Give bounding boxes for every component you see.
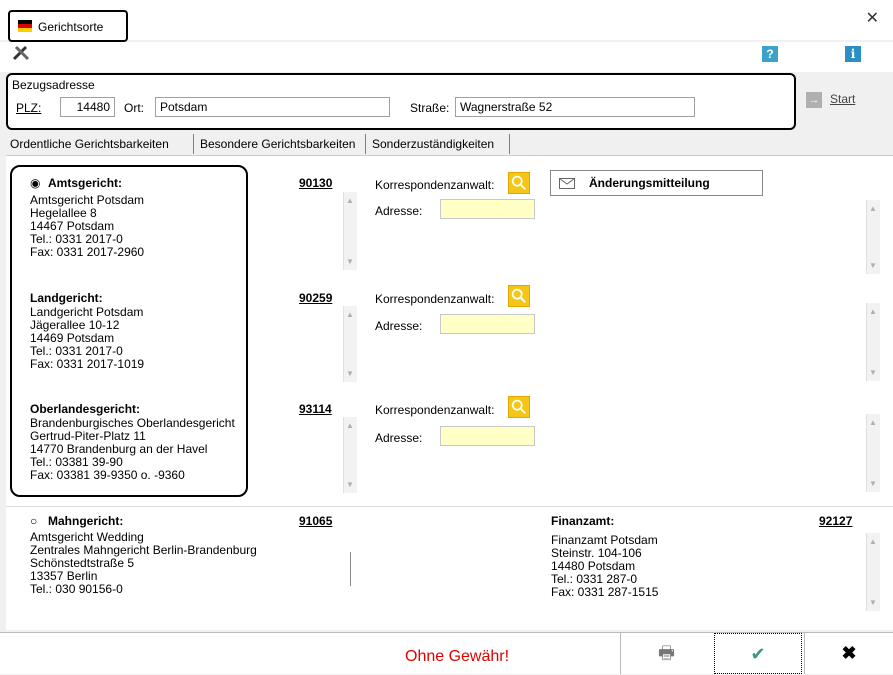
amtsgericht-radio[interactable]: ◉ (30, 176, 40, 190)
landgericht-address: Landgericht Potsdam Jägerallee 10-12 144… (30, 305, 145, 371)
oberlandesgericht-code[interactable]: 93114 (299, 402, 332, 416)
disclaimer-text: Ohne Gewähr! (405, 648, 510, 665)
strasse-input[interactable]: Wagnerstraße 52 (455, 97, 695, 117)
tab-besondere[interactable]: Besondere Gerichtsbarkeiten (196, 134, 366, 154)
plz-input[interactable]: 14480 (60, 97, 115, 117)
tools-icon[interactable] (12, 45, 30, 61)
right-scrollbar-3[interactable]: ▲ ▼ (866, 414, 880, 492)
toolbar (0, 42, 893, 72)
korrespondenz-label-1: Korrespondenzanwalt: (375, 178, 495, 192)
search-icon[interactable] (508, 396, 530, 418)
tab-ordentliche[interactable]: Ordentliche Gerichtsbarkeiten (6, 134, 194, 154)
korrespondenz-label-3: Korrespondenzanwalt: (375, 403, 495, 417)
adresse-input-3[interactable] (440, 426, 535, 446)
finanzamt-code[interactable]: 92127 (819, 514, 852, 528)
korrespondenz-label-2: Korrespondenzanwalt: (375, 292, 495, 306)
mahngericht-address: Amtsgericht Wedding Zentrales Mahngerich… (30, 530, 257, 596)
mail-icon (559, 178, 575, 189)
window-title-box: Gerichtsorte (8, 10, 128, 42)
search-icon[interactable] (508, 172, 530, 194)
adresse-input-2[interactable] (440, 314, 535, 334)
reference-address-label: Bezugsadresse (12, 78, 95, 92)
close-icon[interactable]: ✕ (866, 8, 879, 28)
landgericht-scrollbar[interactable]: ▲ ▼ (343, 306, 357, 382)
oberlandesgericht-title: Oberlandesgericht: (30, 402, 141, 416)
right-scrollbar-2[interactable]: ▲ ▼ (866, 303, 880, 381)
checkmark-icon: ✔ (750, 644, 766, 664)
divider (6, 506, 893, 507)
amtsgericht-code[interactable]: 90130 (299, 176, 332, 190)
info-icon[interactable]: i (845, 46, 861, 62)
amtsgericht-title: Amtsgericht: (48, 176, 123, 190)
ort-label: Ort: (124, 101, 144, 115)
oberlandesgericht-address: Brandenburgisches Oberlandesgericht Gert… (30, 416, 235, 482)
finanzamt-title: Finanzamt: (551, 514, 615, 528)
adresse-label-3: Adresse: (375, 431, 423, 445)
help-icon[interactable]: ? (762, 46, 778, 62)
finanzamt-address: Finanzamt Potsdam Steinstr. 104-106 1448… (551, 533, 659, 599)
strasse-label: Straße: (410, 101, 450, 115)
adresse-label-2: Adresse: (375, 319, 423, 333)
start-arrow-icon[interactable]: → (806, 92, 822, 108)
right-scrollbar-1[interactable]: ▲ ▼ (866, 200, 880, 274)
adresse-input-1[interactable] (440, 199, 535, 219)
plz-label: PLZ: (16, 101, 42, 115)
amtsgericht-address: Amtsgericht Potsdam Hegelallee 8 14467 P… (30, 193, 145, 259)
tab-sonder[interactable]: Sonderzuständigkeiten (368, 134, 510, 154)
window-title: Gerichtsorte (38, 20, 104, 34)
mahngericht-radio[interactable]: ○ (30, 514, 37, 528)
landgericht-title: Landgericht: (30, 291, 103, 305)
start-button[interactable]: Start (830, 92, 855, 106)
print-button[interactable]: 🖶 (620, 633, 712, 674)
printer-icon: 🖶 (658, 643, 675, 663)
ort-input[interactable]: Potsdam (155, 97, 390, 117)
oberlandesgericht-scrollbar[interactable]: ▲ ▼ (343, 417, 357, 493)
title-bar (0, 0, 893, 40)
cancel-button[interactable]: ✖ (804, 633, 893, 674)
aenderungsmitteilung-button[interactable]: Änderungsmitteilung (550, 170, 763, 196)
mahngericht-code[interactable]: 91065 (299, 514, 332, 528)
mahngericht-scrollbar[interactable] (350, 552, 351, 586)
search-icon[interactable] (508, 285, 530, 307)
finanzamt-scrollbar[interactable]: ▲ ▼ (866, 533, 880, 611)
landgericht-code[interactable]: 90259 (299, 291, 332, 305)
germany-flag-icon (18, 20, 32, 32)
mahngericht-title: Mahngericht: (48, 514, 124, 528)
adresse-label-1: Adresse: (375, 204, 423, 218)
confirm-button[interactable]: ✔ (714, 633, 802, 674)
amtsgericht-scrollbar[interactable]: ▲ ▼ (343, 192, 357, 270)
close-icon: ✖ (841, 643, 857, 663)
aenderung-label: Änderungsmitteilung (589, 176, 710, 190)
